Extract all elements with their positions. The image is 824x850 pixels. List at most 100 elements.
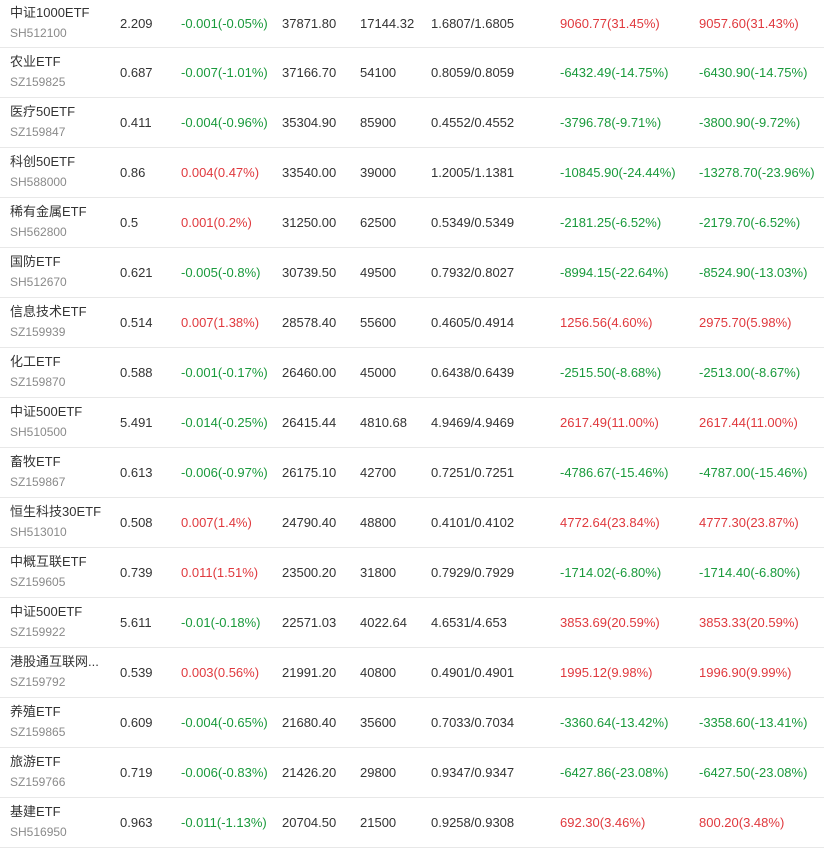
- fund-name[interactable]: 中证500ETF: [10, 604, 110, 620]
- fund-name-cell[interactable]: 畜牧ETF SZ159867: [10, 454, 110, 490]
- fund-code: SH513010: [10, 525, 67, 539]
- fund-name-cell[interactable]: 化工ETF SZ159870: [10, 354, 110, 390]
- profit-loss-2: 2617.44(11.00%): [699, 415, 798, 430]
- table-row[interactable]: 畜牧ETF SZ159867 0.613 -0.006(-0.97%) 2617…: [0, 448, 824, 498]
- cost-nav: 0.4101/0.4102: [431, 515, 515, 530]
- profit-loss-1: 2617.49(11.00%): [560, 415, 659, 430]
- cost-nav: 0.4552/0.4552: [431, 115, 515, 130]
- fund-name-cell[interactable]: 科创50ETF SH588000: [10, 154, 110, 190]
- price-change: -0.004(-0.65%): [181, 715, 268, 730]
- table-row[interactable]: 中证1000ETF SH512100 2.209 -0.001(-0.05%) …: [0, 0, 824, 48]
- holding-shares: 40800: [360, 665, 397, 680]
- table-row[interactable]: 信息技术ETF SZ159939 0.514 0.007(1.38%) 2857…: [0, 298, 824, 348]
- cost-nav: 0.6438/0.6439: [431, 365, 515, 380]
- current-price: 0.539: [120, 665, 153, 680]
- price-change: -0.006(-0.97%): [181, 465, 268, 480]
- market-value: 28578.40: [282, 315, 337, 330]
- profit-loss-2: -1714.40(-6.80%): [699, 565, 801, 580]
- table-row[interactable]: 农业ETF SZ159825 0.687 -0.007(-1.01%) 3716…: [0, 48, 824, 98]
- current-price: 0.613: [120, 465, 153, 480]
- fund-name[interactable]: 中证500ETF: [10, 404, 110, 420]
- fund-name-cell[interactable]: 稀有金属ETF SH562800: [10, 204, 110, 240]
- fund-name[interactable]: 科创50ETF: [10, 154, 110, 170]
- fund-name-cell[interactable]: 基建ETF SH516950: [10, 804, 110, 840]
- fund-name-cell[interactable]: 国防ETF SH512670: [10, 254, 110, 290]
- profit-loss-2: -6430.90(-14.75%): [699, 65, 808, 80]
- holding-shares: 31800: [360, 565, 397, 580]
- profit-loss-2: -2513.00(-8.67%): [699, 365, 801, 380]
- table-row[interactable]: 港股通互联网... SZ159792 0.539 0.003(0.56%) 21…: [0, 648, 824, 698]
- cost-nav: 0.7932/0.8027: [431, 265, 515, 280]
- table-row[interactable]: 科创50ETF SH588000 0.86 0.004(0.47%) 33540…: [0, 148, 824, 198]
- fund-name-cell[interactable]: 旅游ETF SZ159766: [10, 754, 110, 790]
- fund-name-cell[interactable]: 信息技术ETF SZ159939: [10, 304, 110, 340]
- fund-name-cell[interactable]: 农业ETF SZ159825: [10, 54, 110, 90]
- fund-code: SZ159766: [10, 775, 66, 789]
- market-value: 20704.50: [282, 815, 337, 830]
- table-row[interactable]: 中概互联ETF SZ159605 0.739 0.011(1.51%) 2350…: [0, 548, 824, 598]
- fund-name[interactable]: 医疗50ETF: [10, 104, 110, 120]
- profit-loss-1: -6427.86(-23.08%): [560, 765, 669, 780]
- table-row[interactable]: 养殖ETF SZ159865 0.609 -0.004(-0.65%) 2168…: [0, 698, 824, 748]
- fund-name-cell[interactable]: 中证500ETF SH510500: [10, 404, 110, 440]
- fund-name[interactable]: 信息技术ETF: [10, 304, 110, 320]
- fund-name-cell[interactable]: 港股通互联网... SZ159792: [10, 654, 110, 690]
- fund-name[interactable]: 港股通互联网...: [10, 654, 110, 670]
- holding-shares: 17144.32: [360, 16, 415, 31]
- current-price: 0.514: [120, 315, 153, 330]
- profit-loss-1: 692.30(3.46%): [560, 815, 646, 830]
- fund-name-cell[interactable]: 中证500ETF SZ159922: [10, 604, 110, 640]
- fund-name[interactable]: 畜牧ETF: [10, 454, 110, 470]
- fund-code: SZ159847: [10, 125, 66, 139]
- fund-name-cell[interactable]: 中证1000ETF SH512100: [10, 5, 110, 41]
- fund-code: SH588000: [10, 175, 67, 189]
- table-row[interactable]: 基建ETF SH516950 0.963 -0.011(-1.13%) 2070…: [0, 798, 824, 848]
- table-row[interactable]: 国防ETF SH512670 0.621 -0.005(-0.8%) 30739…: [0, 248, 824, 298]
- fund-name[interactable]: 化工ETF: [10, 354, 110, 370]
- market-value: 21991.20: [282, 665, 337, 680]
- fund-name[interactable]: 恒生科技30ETF: [10, 504, 110, 520]
- profit-loss-1: -1714.02(-6.80%): [560, 565, 662, 580]
- fund-name[interactable]: 旅游ETF: [10, 754, 110, 770]
- fund-name-cell[interactable]: 恒生科技30ETF SH513010: [10, 504, 110, 540]
- table-row[interactable]: 中证500ETF SH510500 5.491 -0.014(-0.25%) 2…: [0, 398, 824, 448]
- fund-name[interactable]: 国防ETF: [10, 254, 110, 270]
- holding-shares: 55600: [360, 315, 397, 330]
- fund-name[interactable]: 中概互联ETF: [10, 554, 110, 570]
- table-row[interactable]: 稀有金属ETF SH562800 0.5 0.001(0.2%) 31250.0…: [0, 198, 824, 248]
- fund-name-cell[interactable]: 医疗50ETF SZ159847: [10, 104, 110, 140]
- market-value: 21680.40: [282, 715, 337, 730]
- holding-shares: 29800: [360, 765, 397, 780]
- profit-loss-2: -8524.90(-13.03%): [699, 265, 808, 280]
- fund-code: SZ159867: [10, 475, 66, 489]
- profit-loss-1: -2181.25(-6.52%): [560, 215, 662, 230]
- profit-loss-2: 9057.60(31.43%): [699, 16, 799, 31]
- fund-name[interactable]: 稀有金属ETF: [10, 204, 110, 220]
- current-price: 0.411: [120, 115, 152, 130]
- table-row[interactable]: 恒生科技30ETF SH513010 0.508 0.007(1.4%) 247…: [0, 498, 824, 548]
- table-row[interactable]: 旅游ETF SZ159766 0.719 -0.006(-0.83%) 2142…: [0, 748, 824, 798]
- fund-name[interactable]: 中证1000ETF: [10, 5, 110, 21]
- market-value: 30739.50: [282, 265, 337, 280]
- fund-name-cell[interactable]: 养殖ETF SZ159865: [10, 704, 110, 740]
- cost-nav: 0.4605/0.4914: [431, 315, 515, 330]
- profit-loss-2: -13278.70(-23.96%): [699, 165, 815, 180]
- fund-code: SH516950: [10, 825, 67, 839]
- fund-name[interactable]: 基建ETF: [10, 804, 110, 820]
- profit-loss-2: 1996.90(9.99%): [699, 665, 792, 680]
- market-value: 21426.20: [282, 765, 337, 780]
- profit-loss-1: -3796.78(-9.71%): [560, 115, 662, 130]
- table-row[interactable]: 中证500ETF SZ159922 5.611 -0.01(-0.18%) 22…: [0, 598, 824, 648]
- profit-loss-1: -3360.64(-13.42%): [560, 715, 669, 730]
- fund-code: SZ159865: [10, 725, 66, 739]
- table-row[interactable]: 医疗50ETF SZ159847 0.411 -0.004(-0.96%) 35…: [0, 98, 824, 148]
- fund-name[interactable]: 农业ETF: [10, 54, 110, 70]
- table-row[interactable]: 化工ETF SZ159870 0.588 -0.001(-0.17%) 2646…: [0, 348, 824, 398]
- fund-name-cell[interactable]: 中概互联ETF SZ159605: [10, 554, 110, 590]
- fund-code: SH510500: [10, 425, 67, 439]
- price-change: -0.011(-1.13%): [181, 815, 267, 830]
- holding-shares: 42700: [360, 465, 397, 480]
- fund-name[interactable]: 养殖ETF: [10, 704, 110, 720]
- price-change: -0.001(-0.17%): [181, 365, 268, 380]
- cost-nav: 0.8059/0.8059: [431, 65, 515, 80]
